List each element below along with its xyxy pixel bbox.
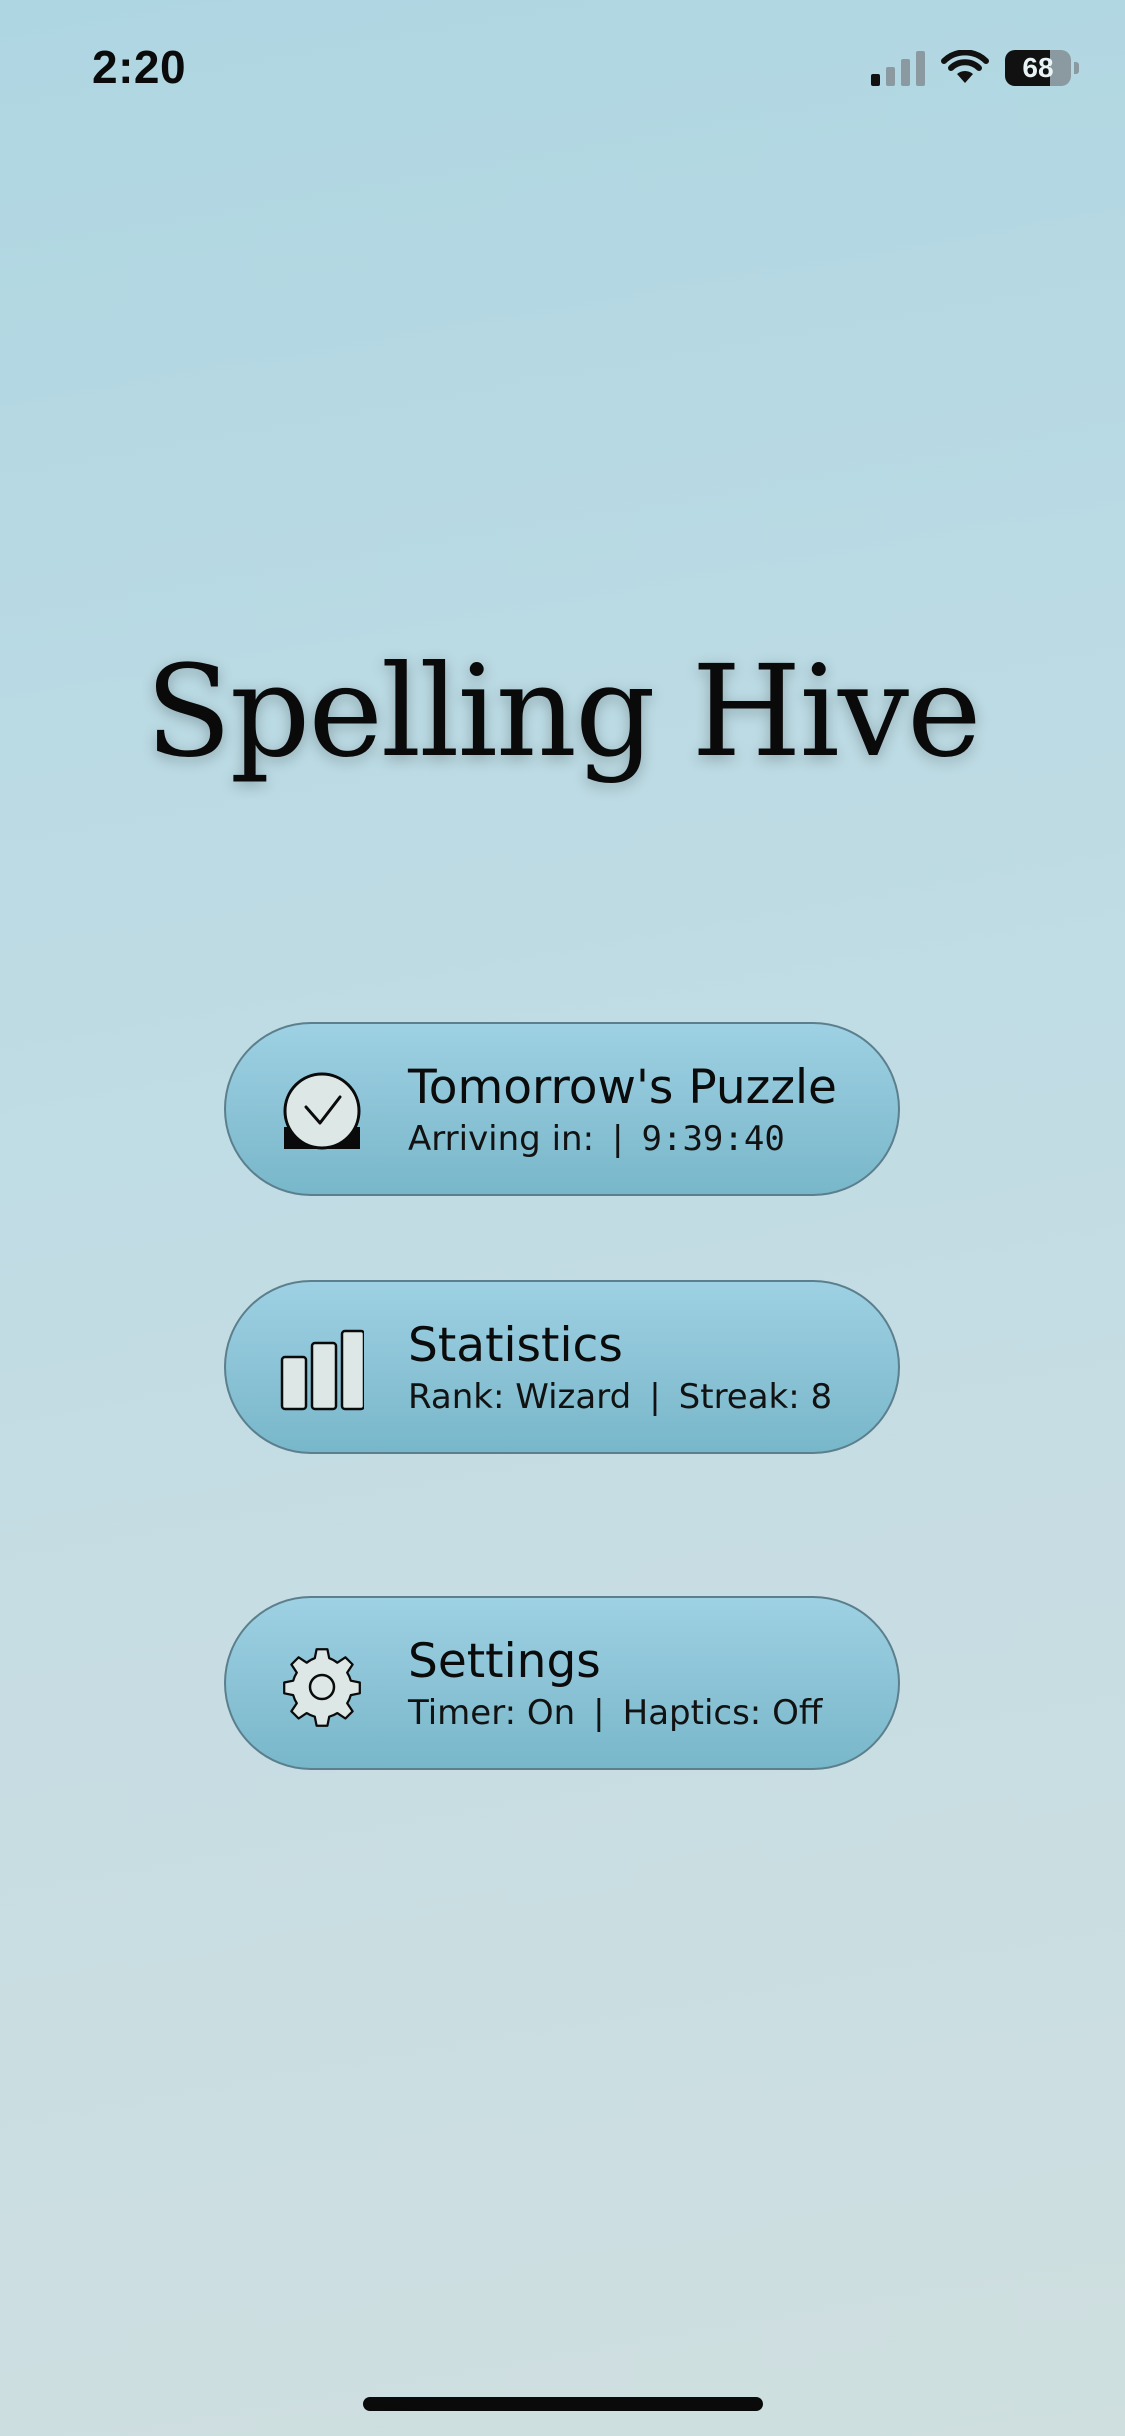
separator: | [593, 1693, 605, 1733]
statistics-subtitle: Rank: Wizard | Streak: 8 [408, 1374, 878, 1420]
separator: | [612, 1119, 624, 1159]
streak-value: Streak: 8 [678, 1377, 833, 1417]
battery-level: 68 [1005, 50, 1071, 86]
arriving-label: Arriving in: [408, 1119, 595, 1159]
statistics-title: Statistics [408, 1318, 623, 1373]
home-indicator[interactable] [363, 2397, 763, 2411]
status-bar: 2:20 68 [0, 0, 1125, 140]
bar-chart-icon [280, 1329, 364, 1411]
haptics-status: Haptics: Off [622, 1693, 823, 1733]
status-time: 2:20 [92, 41, 187, 93]
settings-button[interactable]: Settings Timer: On | Haptics: Off [224, 1596, 900, 1770]
puzzle-subtitle: Arriving in: | 9:39:40 [408, 1116, 878, 1162]
clock-icon [283, 1072, 361, 1150]
tomorrows-puzzle-button[interactable]: Tomorrow's Puzzle Arriving in: | 9:39:40 [224, 1022, 900, 1196]
statistics-button[interactable]: Statistics Rank: Wizard | Streak: 8 [224, 1280, 900, 1454]
puzzle-title: Tomorrow's Puzzle [408, 1060, 837, 1115]
status-icons: 68 [871, 48, 1079, 88]
settings-texts: Settings Timer: On | Haptics: Off [408, 1634, 878, 1736]
gear-icon [283, 1648, 361, 1727]
puzzle-texts: Tomorrow's Puzzle Arriving in: | 9:39:40 [408, 1060, 878, 1162]
settings-title: Settings [408, 1634, 601, 1689]
wifi-icon [941, 50, 989, 83]
countdown-timer: 9:39:40 [641, 1119, 785, 1159]
cellular-signal-icon [871, 50, 925, 86]
separator: | [649, 1377, 661, 1417]
statistics-texts: Statistics Rank: Wizard | Streak: 8 [408, 1318, 878, 1420]
app-title: Spelling Hive [145, 638, 981, 785]
battery-icon: 68 [1005, 50, 1079, 86]
rank-value: Rank: Wizard [408, 1377, 632, 1417]
timer-status: Timer: On [408, 1693, 576, 1733]
settings-subtitle: Timer: On | Haptics: Off [408, 1690, 878, 1736]
